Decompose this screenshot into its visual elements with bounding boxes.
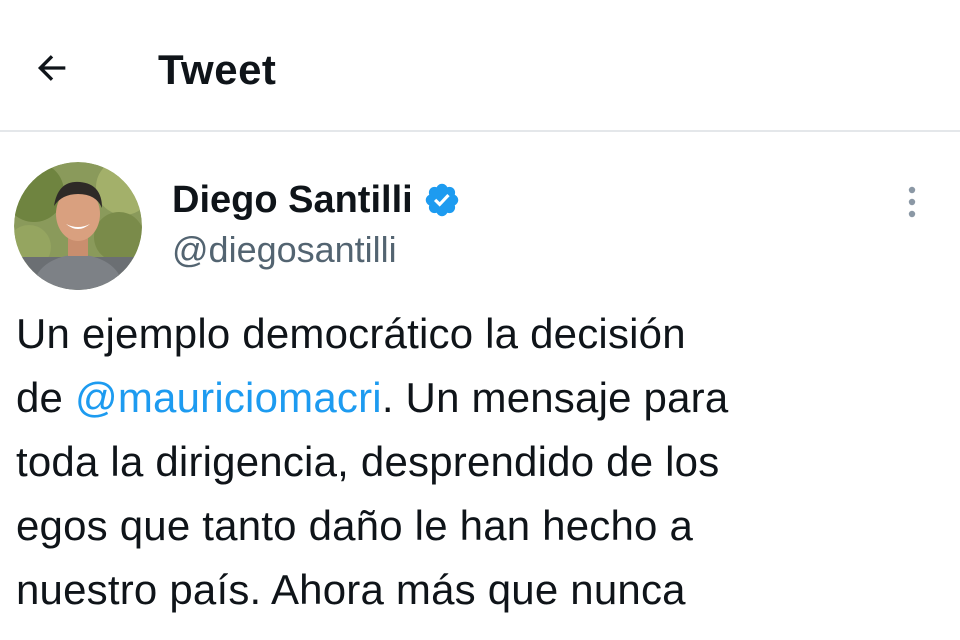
tweet-text-line: toda la dirigencia, desprendido de los	[16, 430, 936, 494]
author-name-row[interactable]: Diego Santilli	[172, 176, 461, 224]
text-segment: . Un mensaje para	[381, 374, 729, 421]
tweet-text-line: Un ejemplo democrático la decisión	[16, 302, 936, 366]
avatar[interactable]	[14, 162, 142, 290]
text-segment: de	[16, 374, 75, 421]
more-options-button[interactable]	[890, 180, 934, 224]
tweet-text-line: de @mauriciomacri. Un mensaje para	[16, 366, 936, 430]
text-segment: egos que tanto daño le han hecho a	[16, 502, 694, 549]
avatar-photo	[14, 162, 142, 290]
top-app-bar: Tweet	[0, 0, 960, 132]
text-segment: nuestro país. Ahora más que nunca	[16, 566, 686, 613]
text-segment: toda la dirigencia, desprendido de los	[16, 438, 720, 485]
tweet-text: Un ejemplo democrático la decisión de @m…	[16, 302, 936, 622]
arrow-left-icon	[37, 55, 66, 81]
more-vertical-icon	[908, 186, 916, 218]
back-button[interactable]	[22, 38, 82, 98]
text-segment: Un ejemplo democrático la decisión	[16, 310, 686, 357]
author-display-name: Diego Santilli	[172, 179, 413, 221]
verified-badge-icon	[423, 181, 461, 219]
tweet-text-line: nuestro país. Ahora más que nunca	[16, 558, 936, 622]
author-handle[interactable]: @diegosantilli	[172, 228, 397, 272]
mention-link[interactable]: @mauriciomacri	[75, 374, 382, 421]
tweet-text-line: egos que tanto daño le han hecho a	[16, 494, 936, 558]
page-title: Tweet	[158, 46, 277, 93]
